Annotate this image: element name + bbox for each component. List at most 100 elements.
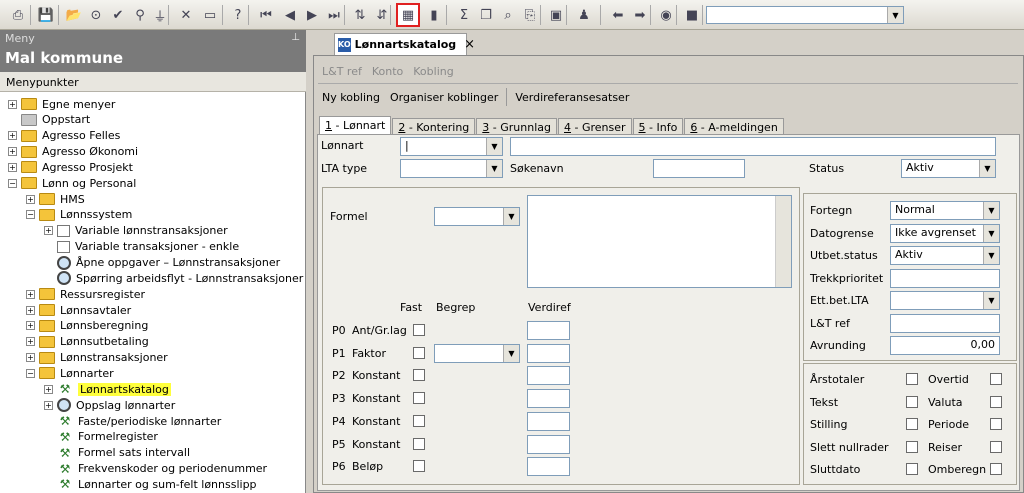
- expand-icon[interactable]: +: [8, 99, 17, 109]
- print-icon[interactable]: ⎙: [8, 5, 28, 25]
- menu-item[interactable]: + Variable lønnstransaksjoner: [44, 223, 228, 239]
- expand-icon[interactable]: +: [44, 226, 53, 236]
- collapse-icon[interactable]: −: [26, 210, 35, 220]
- verdiref-field[interactable]: [527, 366, 570, 386]
- filter-icon[interactable]: ⏚: [150, 5, 170, 25]
- expand-icon[interactable]: +: [8, 147, 17, 157]
- menu-item[interactable]: Spørring arbeidsflyt - Lønnstransaksjone…: [44, 270, 303, 286]
- konto-button[interactable]: Konto: [370, 63, 405, 80]
- menu-item[interactable]: + Lønnstransaksjoner: [26, 350, 168, 366]
- document-tab-lonnartskatalog[interactable]: KO Lønnartskatalog ×: [334, 33, 475, 55]
- flag-checkbox[interactable]: [906, 373, 918, 385]
- prev-record-icon[interactable]: ◀: [280, 5, 300, 25]
- print-preview-icon[interactable]: ⎘: [520, 5, 540, 25]
- formel-textarea[interactable]: [527, 195, 792, 288]
- chevron-down-icon[interactable]: ▼: [983, 292, 999, 309]
- record-icon[interactable]: ◉: [656, 5, 676, 25]
- fast-checkbox[interactable]: [413, 414, 425, 427]
- toolbar-combo[interactable]: ▼: [706, 6, 904, 24]
- begrep-field[interactable]: ▼: [434, 343, 520, 363]
- verdireferansesatser-button[interactable]: Verdireferansesatser: [513, 89, 631, 106]
- expand-icon[interactable]: +: [26, 305, 35, 315]
- help-icon[interactable]: ?: [228, 5, 248, 25]
- trekk-field[interactable]: [890, 268, 1000, 288]
- organiser-koblinger-button[interactable]: Organiser koblinger: [388, 89, 500, 106]
- menu-item[interactable]: + ⚒ Lønnartskatalog: [44, 381, 171, 397]
- chart-icon[interactable]: ▮: [424, 5, 444, 25]
- sort-desc-icon[interactable]: ⇵: [372, 5, 392, 25]
- verdiref-field[interactable]: [527, 411, 570, 431]
- expand-icon[interactable]: +: [26, 337, 35, 347]
- last-record-icon[interactable]: ⏭: [324, 5, 344, 25]
- sokenavn-field[interactable]: [653, 159, 745, 178]
- menu-item[interactable]: ⚒ Formel sats intervall: [44, 445, 190, 461]
- expand-icon[interactable]: +: [44, 384, 53, 394]
- fast-checkbox[interactable]: [413, 324, 425, 336]
- textarea-scrollbar[interactable]: [775, 196, 791, 287]
- lta-type-field[interactable]: ▼: [400, 159, 503, 178]
- open-folder-icon[interactable]: 📂: [64, 5, 84, 25]
- binoculars-icon[interactable]: ⊙: [86, 5, 106, 25]
- expand-icon[interactable]: +: [8, 131, 17, 141]
- menu-item[interactable]: + Oppslag lønnarter: [44, 397, 175, 413]
- fast-checkbox[interactable]: [413, 346, 425, 359]
- flag-checkbox[interactable]: [990, 418, 1002, 431]
- people-icon[interactable]: ♟: [574, 5, 594, 25]
- menu-item[interactable]: + Ressursregister: [26, 286, 145, 302]
- forward-icon[interactable]: ➡: [630, 5, 650, 25]
- menu-item[interactable]: + Egne menyer: [8, 96, 115, 112]
- utbet-field[interactable]: Aktiv ▼: [890, 246, 1000, 265]
- verdiref-field[interactable]: [527, 389, 570, 409]
- kobling-button[interactable]: Kobling: [411, 63, 455, 80]
- menu-item[interactable]: − Lønnssystem: [26, 207, 132, 223]
- menu-item[interactable]: ⚒ Lønnarter og sum-felt lønnsslipp: [44, 476, 257, 492]
- zoom-icon[interactable]: ⌕: [498, 5, 518, 25]
- menu-item[interactable]: + HMS: [26, 191, 85, 207]
- verdiref-field[interactable]: [527, 343, 570, 363]
- menu-item[interactable]: + Agresso Felles: [8, 128, 120, 144]
- expand-icon[interactable]: +: [26, 353, 35, 363]
- sum-icon[interactable]: Σ: [454, 5, 474, 25]
- chevron-down-icon[interactable]: ▼: [503, 208, 519, 225]
- chevron-down-icon[interactable]: ▼: [979, 160, 995, 177]
- fast-checkbox[interactable]: [413, 460, 425, 473]
- status-field[interactable]: Aktiv ▼: [901, 159, 996, 178]
- flag-checkbox[interactable]: [990, 373, 1002, 385]
- stop-icon[interactable]: ■: [682, 5, 702, 25]
- menu-item[interactable]: − Lønn og Personal: [8, 175, 136, 191]
- save-icon[interactable]: 💾: [36, 5, 56, 25]
- flag-checkbox[interactable]: [906, 418, 918, 431]
- ettbet-field[interactable]: ▼: [890, 291, 1000, 310]
- flag-checkbox[interactable]: [906, 395, 918, 408]
- pin-icon[interactable]: ⊥: [291, 32, 300, 43]
- menu-item[interactable]: Variable transaksjoner - enkle: [44, 239, 239, 255]
- chevron-down-icon[interactable]: ▼: [983, 202, 999, 219]
- menu-item[interactable]: + Lønnsberegning: [26, 318, 148, 334]
- chevron-down-icon[interactable]: ▼: [983, 247, 999, 264]
- sort-asc-icon[interactable]: ⇅: [350, 5, 370, 25]
- first-record-icon[interactable]: ⏮: [256, 5, 276, 25]
- chevron-down-icon[interactable]: ▼: [983, 224, 999, 242]
- delete-icon[interactable]: ✕: [176, 5, 196, 25]
- collapse-icon[interactable]: −: [26, 368, 35, 378]
- new-row-icon[interactable]: ▭: [200, 5, 220, 25]
- menu-item[interactable]: + Agresso Prosjekt: [8, 159, 133, 175]
- collapse-icon[interactable]: −: [8, 178, 17, 188]
- menu-item[interactable]: + Lønnsutbetaling: [26, 334, 149, 350]
- chevron-down-icon[interactable]: ▼: [887, 7, 903, 23]
- menu-item[interactable]: ⚒ Formelregister: [44, 429, 158, 445]
- back-icon[interactable]: ⬅: [608, 5, 628, 25]
- fast-checkbox[interactable]: [413, 437, 425, 450]
- formel-field[interactable]: ▼: [434, 207, 520, 226]
- verdiref-field[interactable]: [527, 434, 570, 454]
- lonnart-name-field[interactable]: [510, 137, 996, 156]
- expand-icon[interactable]: +: [26, 321, 35, 331]
- ltref-field[interactable]: [890, 313, 1000, 333]
- fast-checkbox[interactable]: [413, 392, 425, 405]
- chevron-down-icon[interactable]: ▼: [486, 138, 502, 155]
- table-view-icon[interactable]: ▦: [396, 3, 420, 27]
- avrunding-field[interactable]: 0,00: [890, 336, 1000, 355]
- menu-item[interactable]: ⚒ Frekvenskoder og periodenummer: [44, 461, 267, 477]
- search-icon[interactable]: ⚲: [130, 5, 150, 25]
- flag-checkbox[interactable]: [990, 395, 1002, 408]
